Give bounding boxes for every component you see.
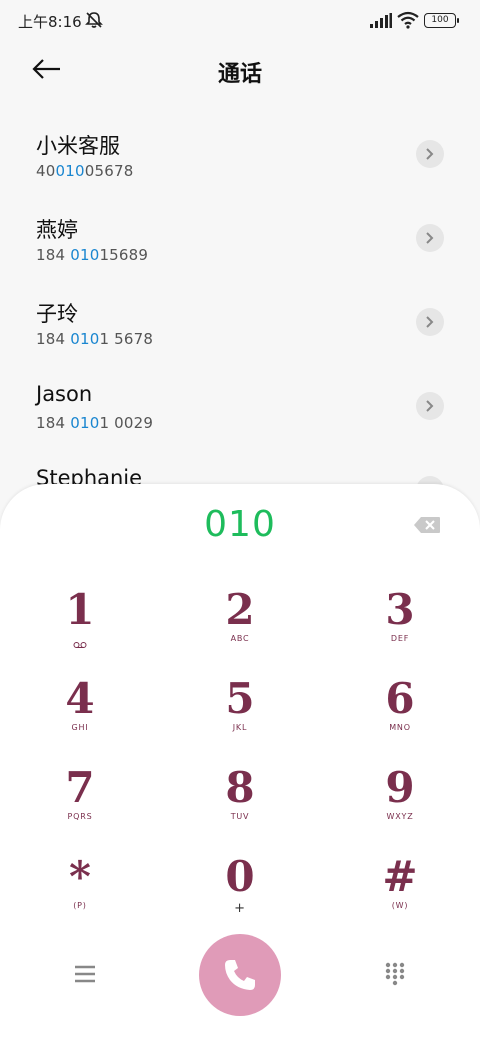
contact-name: 燕婷: [36, 218, 78, 242]
key-digit: 0: [225, 852, 255, 901]
number-suffix: 1 0029: [99, 414, 154, 432]
key-letters: (P): [73, 901, 87, 910]
number-suffix: 15689: [99, 246, 149, 264]
key-star[interactable]: * (P): [20, 853, 140, 933]
key-letters: TUV: [230, 812, 250, 821]
number-prefix: 40: [36, 162, 56, 180]
voicemail-icon: [73, 642, 87, 648]
status-bar: 上午8:16 100: [0, 0, 480, 40]
page-title: 通话: [217, 62, 262, 87]
key-letters: MNO: [389, 723, 411, 732]
number-match: 010: [70, 414, 100, 432]
key-2[interactable]: 2 ABC: [180, 586, 300, 666]
number-suffix: 1 5678: [99, 330, 154, 348]
key-digit: 5: [225, 674, 255, 723]
key-9[interactable]: 9 WXYZ: [340, 764, 460, 844]
key-letters: GHI: [71, 723, 89, 732]
chevron-right-icon[interactable]: [416, 224, 444, 252]
contact-item[interactable]: 小米客服 4001005678: [0, 108, 480, 192]
phone-icon: [225, 960, 255, 990]
key-4[interactable]: 4 GHI: [20, 675, 140, 755]
key-letters: +: [234, 901, 246, 916]
key-digit: 6: [385, 674, 415, 723]
key-letters: (W): [391, 901, 409, 910]
key-letters: DEF: [390, 634, 410, 643]
call-button[interactable]: [199, 934, 281, 1016]
contact-item[interactable]: 燕婷 184 01015689: [0, 192, 480, 276]
key-1[interactable]: 1: [20, 586, 140, 666]
chevron-right-icon[interactable]: [416, 392, 444, 420]
key-digit: 1: [65, 585, 95, 634]
number-prefix: 184: [36, 414, 71, 432]
key-7[interactable]: 7 PQRS: [20, 764, 140, 844]
number-match: 010: [70, 246, 100, 264]
key-letters: JKL: [232, 723, 248, 732]
key-digit: 8: [225, 763, 255, 812]
contact-name: 子玲: [36, 302, 78, 326]
dialed-number: 010: [204, 504, 276, 545]
key-digit: 4: [65, 674, 95, 723]
contact-item[interactable]: Jason 184 0101 0029: [0, 360, 480, 444]
contact-number: 184 0101 5678: [36, 330, 153, 348]
key-5[interactable]: 5 JKL: [180, 675, 300, 755]
key-8[interactable]: 8 TUV: [180, 764, 300, 844]
contact-number: 184 01015689: [36, 246, 148, 264]
battery-level: 100: [431, 15, 449, 25]
key-letters: PQRS: [67, 812, 93, 821]
wifi-icon: [397, 11, 419, 29]
number-match: 010: [70, 330, 100, 348]
chevron-right-icon[interactable]: [416, 140, 444, 168]
number-suffix: 05678: [84, 162, 134, 180]
key-digit: 9: [385, 763, 415, 812]
backspace-icon[interactable]: [413, 516, 441, 534]
contact-number: 4001005678: [36, 162, 133, 180]
number-prefix: 184: [36, 330, 71, 348]
key-letters: WXYZ: [386, 812, 414, 821]
battery-icon: 100: [424, 13, 459, 28]
key-digit: *: [69, 852, 91, 901]
contact-name: 小米客服: [36, 134, 120, 158]
number-match: 010: [55, 162, 85, 180]
contact-item[interactable]: 子玲 184 0101 5678: [0, 276, 480, 360]
contact-name: Jason: [36, 382, 93, 406]
signal-icon: [370, 13, 392, 28]
menu-icon[interactable]: [72, 963, 98, 985]
key-letters: ABC: [230, 634, 250, 643]
key-digit: 2: [225, 585, 255, 634]
key-6[interactable]: 6 MNO: [340, 675, 460, 755]
key-digit: #: [382, 852, 418, 901]
chevron-right-icon[interactable]: [416, 308, 444, 336]
key-3[interactable]: 3 DEF: [340, 586, 460, 666]
number-prefix: 184: [36, 246, 71, 264]
key-hash[interactable]: # (W): [340, 853, 460, 933]
dialpad-icon[interactable]: [384, 961, 406, 987]
key-digit: 7: [65, 763, 95, 812]
contact-number: 184 0101 0029: [36, 414, 153, 432]
status-time: 上午8:16: [18, 13, 82, 31]
dialpad-sheet: 010 1 2 ABC 3 DEF 4 GHI 5 JKL 6 MNO 7 PQ…: [0, 484, 480, 1040]
key-0[interactable]: 0 +: [180, 853, 300, 933]
header: 通话: [0, 40, 480, 100]
mute-icon: [85, 12, 103, 28]
key-digit: 3: [385, 585, 415, 634]
